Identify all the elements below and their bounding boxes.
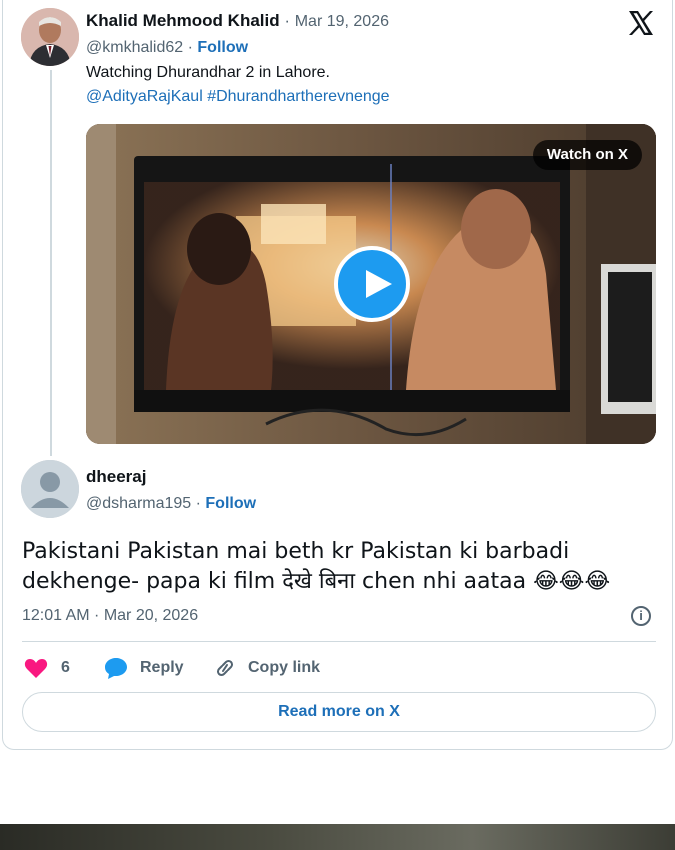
video-media[interactable]: Watch on X [86,124,656,444]
follow-reply-author-button[interactable]: Follow [205,495,256,512]
reply-button[interactable]: Reply [104,656,184,680]
mention-link[interactable]: @AdityaRajKaul [86,88,203,105]
copy-link-label: Copy link [248,659,321,676]
reply-author-name[interactable]: dheeraj [86,467,146,487]
reply-text: Pakistani Pakistan mai beth kr Pakistan … [22,539,611,594]
tweet-text: Watching Dhurandhar 2 in Lahore. [86,64,330,81]
play-icon[interactable] [334,246,410,322]
like-button[interactable]: 6 [24,656,70,680]
handle-separator: · [183,39,198,56]
actions-divider [22,641,656,642]
reply-author-handle[interactable]: @dsharma195 [86,495,191,512]
header-separator: · [279,11,295,30]
read-more-button[interactable]: Read more on X [22,692,656,732]
reply-timestamp[interactable]: 12:01 AM · Mar 20, 2026 [22,607,198,625]
heart-icon [24,659,48,678]
thread-connector [50,70,52,456]
follow-author-button[interactable]: Follow [197,39,248,56]
link-icon [216,659,234,677]
reply-label: Reply [140,659,184,676]
like-count: 6 [61,659,70,676]
author-avatar[interactable] [21,8,79,66]
watch-on-x-button[interactable]: Watch on X [532,140,642,170]
reply-handle-separator: · [191,495,206,512]
page-background-image [0,824,675,850]
hashtag-link[interactable]: #Dhurandhartherevnenge [207,88,389,105]
reply-bubble-icon [105,658,127,679]
reply-author-avatar[interactable] [21,460,79,518]
author-avatar-photo [21,8,79,66]
copy-link-button[interactable]: Copy link [213,656,320,680]
info-icon[interactable]: i [631,606,651,626]
author-name[interactable]: Khalid Mehmood Khalid [86,11,280,30]
default-avatar-icon [21,460,79,518]
author-handle[interactable]: @kmkhalid62 [86,39,183,56]
x-logo-icon[interactable] [626,8,656,38]
tweet-date[interactable]: Mar 19, 2026 [295,13,389,30]
